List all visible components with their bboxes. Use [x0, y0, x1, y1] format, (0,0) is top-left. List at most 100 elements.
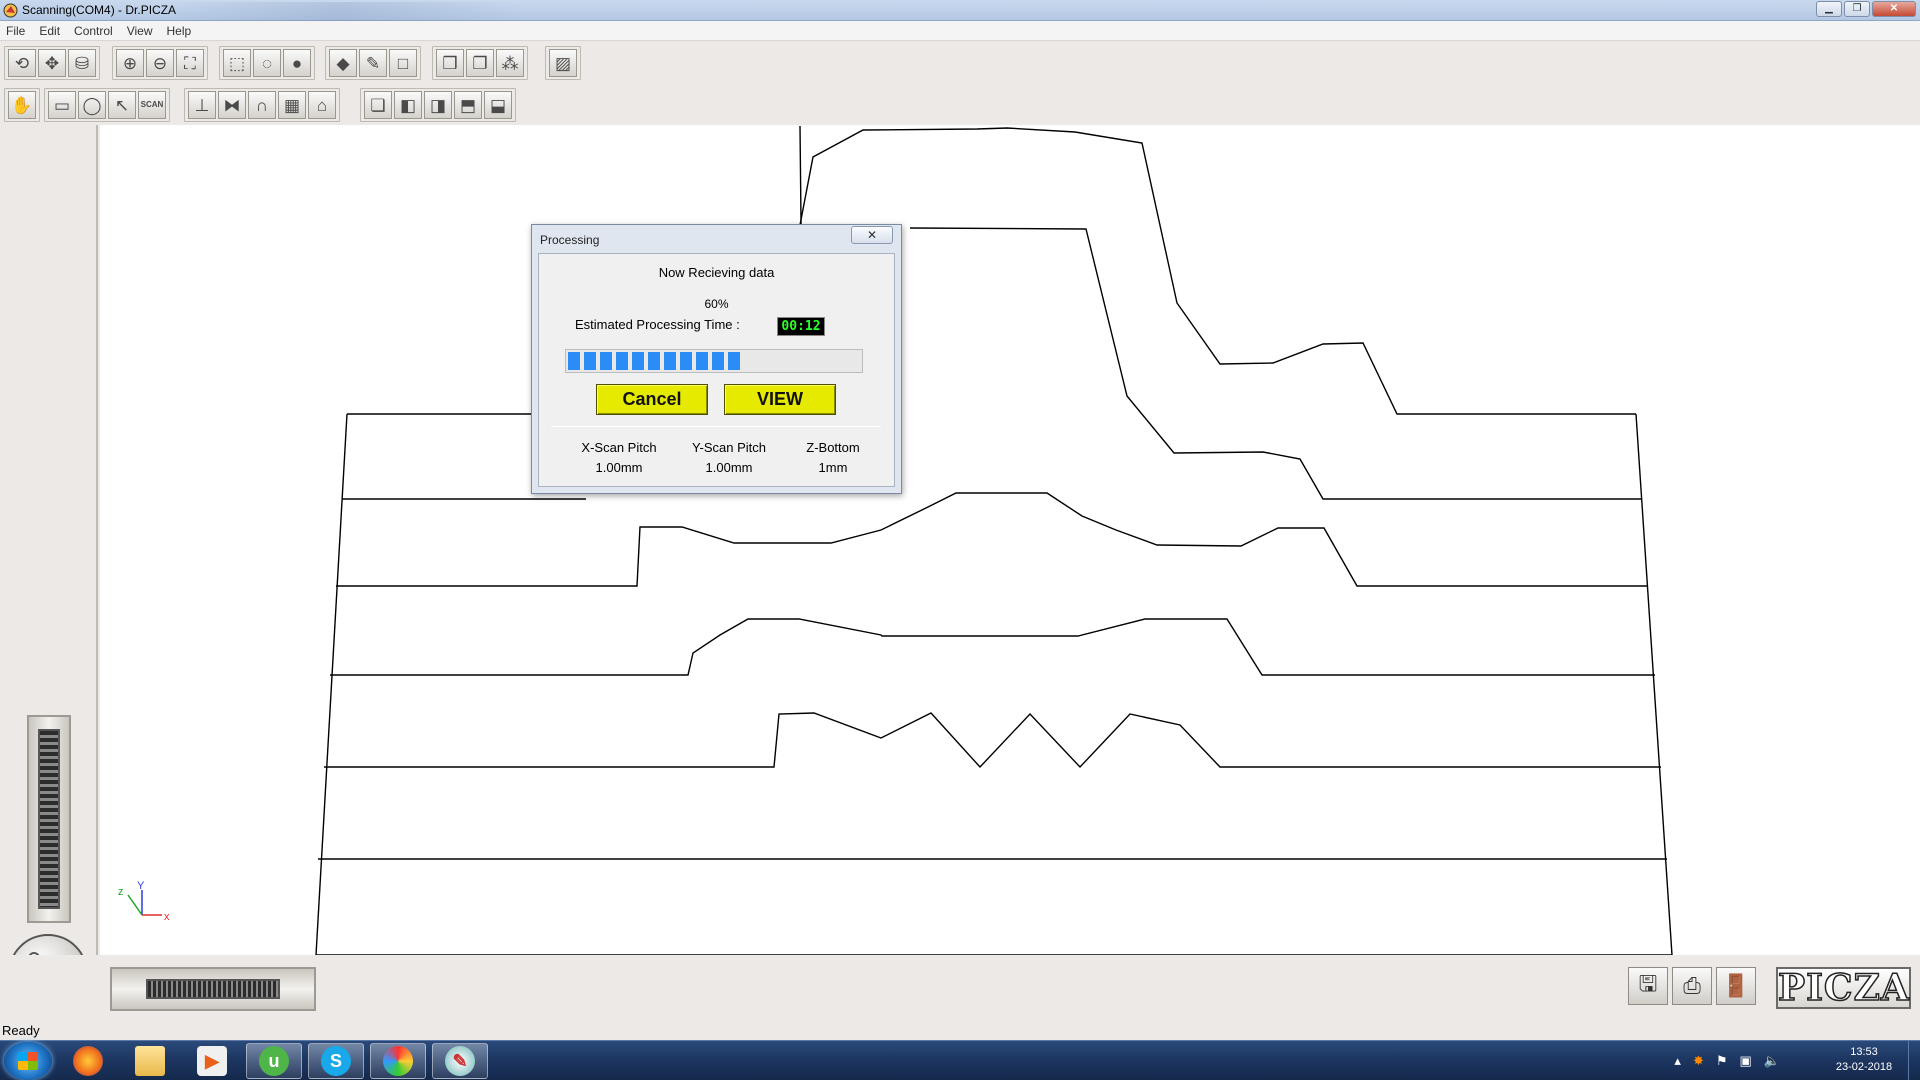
scan-canvas[interactable]: Y x z	[100, 125, 1920, 955]
blank-frame-icon[interactable]: □	[389, 49, 417, 77]
toolbar-group-hand: ✋	[4, 88, 40, 122]
vertical-slider-track[interactable]	[38, 729, 60, 909]
clock-time: 13:53	[1850, 1046, 1878, 1058]
mirror-icon[interactable]: ⧓	[218, 91, 246, 119]
close-window-button[interactable]: ✕	[1872, 1, 1916, 17]
taskbar-drpicza[interactable]	[370, 1043, 426, 1079]
select-lasso-icon[interactable]: ◯	[78, 91, 106, 119]
x-scan-pitch-label: X-Scan Pitch	[581, 440, 657, 455]
wireframe-box-icon[interactable]: ⬚	[223, 49, 251, 77]
rotate-icon[interactable]: ⟲	[8, 49, 36, 77]
taskbar-utorrent[interactable]: u	[246, 1043, 302, 1079]
axis-label-y: Y	[137, 880, 145, 892]
ruler-icon[interactable]: ▨	[549, 49, 577, 77]
toolbar-group-measure: ▨	[545, 46, 581, 80]
main-toolbar: ⟲ ✥ ⛁ ⊕ ⊖ ⛶ ⬚ ◌ ● ◆ ✎ □ ❒ ❐ ⁂ ▨	[0, 43, 1920, 83]
fit-icon[interactable]: ⛶	[176, 49, 204, 77]
taskbar-paint[interactable]: ✎	[432, 1043, 488, 1079]
toolbar-group-views: ❏ ◧ ◨ ⬒ ⬓	[360, 88, 516, 122]
show-desktop-button[interactable]	[1908, 1041, 1920, 1080]
volume-icon[interactable]: 🔈	[1764, 1053, 1780, 1069]
action-center-flag-icon[interactable]: ⚑	[1716, 1053, 1728, 1069]
menu-view[interactable]: View	[127, 24, 153, 38]
view-back-icon[interactable]: ◨	[424, 91, 452, 119]
menu-control[interactable]: Control	[74, 24, 113, 38]
menu-bar: File Edit Control View Help	[0, 21, 1920, 41]
view-side-icon[interactable]: ◧	[394, 91, 422, 119]
estimated-time-label: Estimated Processing Time :	[575, 317, 740, 332]
tray-expand-icon[interactable]: ▴	[1674, 1053, 1681, 1069]
print-icon[interactable]: ⎙	[1672, 967, 1712, 1005]
view-front-icon[interactable]: ❏	[364, 91, 392, 119]
network-icon[interactable]: ▣	[1740, 1053, 1752, 1069]
taskbar-file-explorer[interactable]	[122, 1043, 178, 1079]
wireframe-sphere-icon[interactable]: ◌	[253, 49, 281, 77]
z-bottom-value: 1mm	[818, 460, 848, 475]
paint-bucket-icon[interactable]: ◆	[329, 49, 357, 77]
dialog-body: Now Recieving data 60% Estimated Process…	[538, 253, 895, 487]
taskbar-skype[interactable]: S	[308, 1043, 364, 1079]
zoom-out-icon[interactable]: ⊖	[146, 49, 174, 77]
view-iso-icon[interactable]: ⬓	[484, 91, 512, 119]
select-rect-icon[interactable]: ▭	[48, 91, 76, 119]
scan-profile-line-2	[909, 227, 1642, 500]
solid-sphere-icon[interactable]: ●	[283, 49, 311, 77]
frame-icon[interactable]: ⌂	[308, 91, 336, 119]
view-top-icon[interactable]: ⬒	[454, 91, 482, 119]
folder-icon	[135, 1046, 165, 1076]
clock-date: 23-02-2018	[1835, 1061, 1893, 1073]
taskbar: ▶ u S ✎ ▴ ✸ ⚑ ▣ 🔈 13:53 23-02-2018	[0, 1040, 1920, 1080]
cancel-button[interactable]: Cancel	[596, 384, 708, 415]
windows-logo-icon	[18, 1052, 38, 1070]
scan-profile-line-1	[799, 127, 1636, 415]
menu-edit[interactable]: Edit	[39, 24, 60, 38]
vertical-slider[interactable]	[27, 715, 71, 923]
toolbar-group-navigate: ⟲ ✥ ⛁	[4, 46, 100, 80]
menu-file[interactable]: File	[6, 24, 25, 38]
start-button[interactable]	[4, 1042, 52, 1080]
scan-icon[interactable]: SCAN	[138, 91, 166, 119]
horizontal-slider-track[interactable]	[146, 979, 280, 999]
scan-profile-drawing: Y x z	[118, 125, 1673, 955]
z-bottom-label: Z-Bottom	[806, 440, 860, 455]
save-scan-icon[interactable]: 🖫	[1628, 967, 1668, 1005]
drpicza-icon	[383, 1046, 413, 1076]
minimize-button[interactable]: ▁	[1816, 1, 1842, 17]
firefox-icon	[73, 1046, 103, 1076]
toolbar-group-paint: ◆ ✎ □	[325, 46, 421, 80]
progress-bar-fill	[568, 352, 743, 370]
menu-help[interactable]: Help	[167, 24, 192, 38]
cube-stack-icon[interactable]: ❒	[436, 49, 464, 77]
y-scan-pitch-label: Y-Scan Pitch	[692, 440, 766, 455]
move-icon[interactable]: ✥	[38, 49, 66, 77]
horizontal-slider[interactable]	[110, 967, 316, 1011]
brush-icon[interactable]: ✎	[359, 49, 387, 77]
dialog-title: Processing	[540, 233, 600, 247]
cylinder-icon[interactable]: ⛁	[68, 49, 96, 77]
select-arrow-icon[interactable]: ↖	[108, 91, 136, 119]
dialog-close-button[interactable]: ✕	[851, 226, 893, 244]
background-window-tabs	[160, 2, 520, 21]
system-tray: ▴ ✸ ⚑ ▣ 🔈	[1674, 1053, 1780, 1069]
arch-icon[interactable]: ∩	[248, 91, 276, 119]
taskbar-media-player[interactable]: ▶	[184, 1043, 240, 1079]
hand-icon[interactable]: ✋	[8, 91, 36, 119]
exit-door-icon[interactable]: 🚪	[1716, 967, 1756, 1005]
dialog-status-text: Now Recieving data	[658, 265, 775, 280]
picza-logo: PICZA	[1776, 967, 1911, 1009]
dialog-separator	[551, 426, 881, 427]
app-icon	[3, 3, 18, 18]
maximize-button[interactable]: ❐	[1844, 1, 1870, 17]
axis-indicator: Y x z	[118, 880, 170, 923]
copy-icon[interactable]: ❐	[466, 49, 494, 77]
paint-icon: ✎	[445, 1046, 475, 1076]
dot-grid-icon[interactable]: ⁂	[496, 49, 524, 77]
window-title: Scanning(COM4) - Dr.PICZA	[22, 3, 177, 17]
taskbar-firefox[interactable]	[60, 1043, 116, 1079]
clock[interactable]: 13:53 23-02-2018	[1824, 1045, 1904, 1075]
view-button[interactable]: VIEW	[724, 384, 836, 415]
tray-app-icon[interactable]: ✸	[1693, 1053, 1704, 1069]
trim-icon[interactable]: ⊥	[188, 91, 216, 119]
grid-icon[interactable]: ▦	[278, 91, 306, 119]
zoom-in-icon[interactable]: ⊕	[116, 49, 144, 77]
